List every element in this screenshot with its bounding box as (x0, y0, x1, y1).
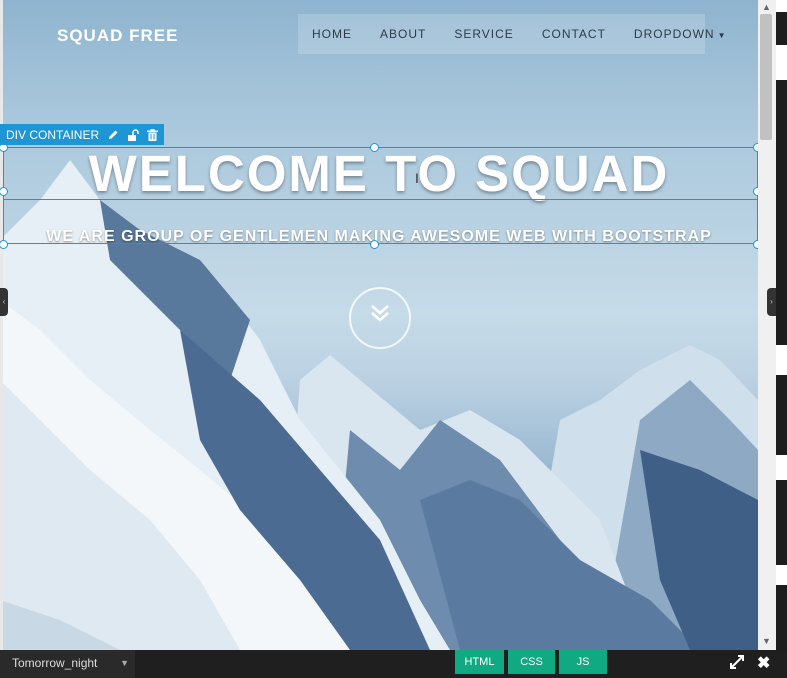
dropdown-arrow-icon: ▼ (120, 658, 129, 668)
close-icon[interactable]: ✖ (757, 653, 770, 673)
scroll-down-button[interactable] (349, 287, 411, 349)
resize-handle-s[interactable] (370, 240, 379, 249)
editor-bottom-bar: Tomorrow_night ▼ HTML CSS JS ✖ (0, 650, 787, 678)
nav-menu: HOME ABOUT SERVICE CONTACT DROPDOWN ▼ (298, 14, 726, 54)
right-panel-strip (776, 0, 787, 12)
nav-item-dropdown-label: DROPDOWN (633, 27, 715, 41)
tab-js[interactable]: JS (559, 650, 607, 674)
selection-divider (3, 199, 758, 200)
caret-down-icon: ▼ (717, 31, 727, 40)
right-panel-strip (776, 345, 787, 375)
unlock-icon[interactable] (127, 128, 139, 141)
theme-selector[interactable]: Tomorrow_night ▼ (0, 650, 135, 678)
nav-item-about[interactable]: ABOUT (366, 27, 440, 41)
pencil-icon[interactable] (107, 129, 119, 141)
scroll-down-arrow-icon[interactable]: ▼ (762, 636, 771, 646)
editor-right-edge (776, 0, 787, 650)
tab-html[interactable]: HTML (455, 650, 504, 674)
double-chevron-down-icon (371, 305, 389, 322)
resize-handle-n[interactable] (370, 143, 379, 152)
left-panel-toggle[interactable]: ‹ (0, 288, 8, 316)
scroll-up-arrow-icon[interactable]: ▲ (762, 2, 771, 12)
editor-left-edge (0, 0, 3, 650)
page-preview: ‹ SQUAD FREE HOME ABOUT SERVICE CONTACT … (0, 0, 758, 650)
selection-outline (3, 147, 758, 244)
expand-icon[interactable] (730, 655, 744, 669)
selection-label-text: DIV CONTAINER (6, 127, 100, 142)
brand-logo[interactable]: SQUAD FREE (57, 26, 178, 46)
right-panel-strip (776, 45, 787, 80)
nav-item-service[interactable]: SERVICE (440, 27, 527, 41)
text-cursor-icon: I (415, 170, 419, 186)
theme-selector-value: Tomorrow_night (12, 656, 98, 670)
nav-item-home[interactable]: HOME (298, 27, 366, 41)
nav-item-dropdown[interactable]: DROPDOWN ▼ (620, 27, 741, 41)
scrollbar-thumb[interactable] (760, 14, 772, 140)
right-panel-strip (776, 565, 787, 585)
nav-item-contact[interactable]: CONTACT (528, 27, 620, 41)
right-panel-strip (776, 455, 787, 480)
right-panel-toggle[interactable]: › (767, 288, 776, 316)
trash-icon[interactable] (147, 128, 159, 141)
selection-label: DIV CONTAINER (0, 124, 165, 145)
vertical-scrollbar[interactable]: ▲ ▼ (758, 0, 776, 650)
tab-css[interactable]: CSS (508, 650, 555, 674)
